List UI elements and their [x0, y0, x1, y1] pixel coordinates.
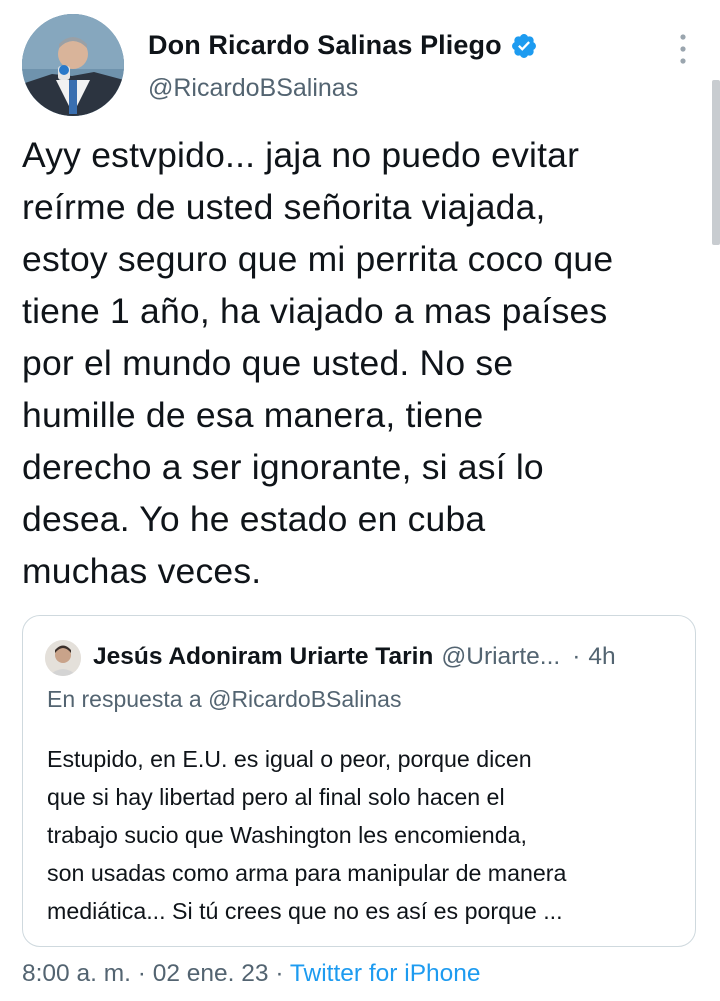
author-display-name[interactable]: Don Ricardo Salinas Pliego [148, 30, 502, 61]
tweet-header: Don Ricardo Salinas Pliego @RicardoBSali… [22, 14, 702, 116]
quoted-reply-context: En respuesta a @RicardoBSalinas [47, 686, 402, 712]
verified-badge-icon [510, 32, 538, 60]
quoted-separator: · [572, 643, 581, 670]
tweet-text: Ayy estvpido... jaja no puedo evitar reí… [22, 135, 614, 591]
quoted-tweet-card[interactable]: Jesús Adoniram Uriarte Tarin @Uriarte...… [22, 615, 696, 947]
tweet-source[interactable]: Twitter for iPhone [290, 960, 481, 987]
tweet-date[interactable]: 02 ene. 23 [153, 960, 269, 987]
author-avatar-image [22, 14, 124, 116]
tweet-time[interactable]: 8:00 a. m. [22, 960, 131, 987]
quoted-author-handle[interactable]: @Uriarte... [441, 643, 560, 671]
meta-separator: · [275, 960, 284, 987]
quoted-tweet-header: Jesús Adoniram Uriarte Tarin @Uriarte...… [93, 643, 683, 671]
more-vertical-icon[interactable] [678, 32, 688, 66]
quoted-timestamp[interactable]: 4h [588, 643, 615, 671]
quoted-author-avatar-image [45, 640, 81, 676]
quoted-tweet-text: Estupido, en E.U. es igual o peor, porqu… [47, 746, 567, 924]
author-handle[interactable]: @RicardoBSalinas [148, 74, 358, 103]
quoted-author-avatar[interactable] [45, 640, 81, 676]
author-name-row[interactable]: Don Ricardo Salinas Pliego [148, 30, 538, 61]
author-avatar[interactable] [22, 14, 124, 116]
scrollbar[interactable] [712, 80, 720, 245]
meta-separator: · [137, 960, 146, 987]
tweet-metadata: 8:00 a. m. · 02 ene. 23 · Twitter for iP… [22, 960, 481, 988]
quoted-author-name[interactable]: Jesús Adoniram Uriarte Tarin [93, 643, 433, 671]
